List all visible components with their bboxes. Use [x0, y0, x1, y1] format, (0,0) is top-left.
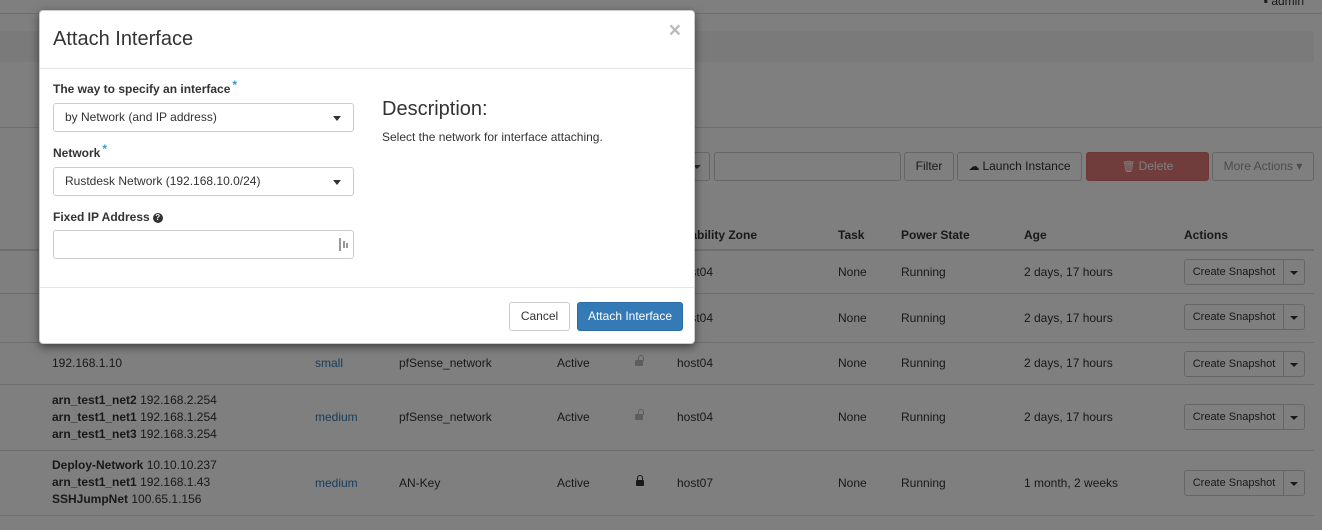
help-icon[interactable]: ?: [152, 213, 163, 223]
fixed-ip-label: Fixed IP Address?: [53, 210, 163, 224]
modal-header: Attach Interface ×: [40, 11, 694, 69]
password-manager-icon[interactable]: [339, 238, 348, 251]
required-mark: *: [232, 78, 238, 92]
network-select[interactable]: Rustdesk Network (192.168.10.0/24): [53, 167, 354, 196]
chevron-down-icon: [333, 116, 341, 121]
interface-type-label: The way to specify an interface *: [53, 78, 238, 96]
required-mark: *: [102, 142, 108, 156]
attach-interface-button[interactable]: Attach Interface: [577, 302, 683, 331]
fixed-ip-input[interactable]: [53, 230, 354, 259]
close-icon[interactable]: ×: [669, 20, 681, 41]
modal-title: Attach Interface: [53, 28, 194, 50]
description-text: Select the network for interface attachi…: [382, 130, 603, 144]
attach-interface-dialog: Attach Interface × The way to specify an…: [39, 10, 695, 344]
cancel-button[interactable]: Cancel: [509, 302, 570, 331]
chevron-down-icon: [333, 180, 341, 185]
description-heading: Description:: [382, 98, 488, 120]
network-label: Network *: [53, 142, 108, 160]
interface-type-select[interactable]: by Network (and IP address): [53, 103, 354, 132]
modal-footer: Cancel Attach Interface: [40, 287, 694, 345]
